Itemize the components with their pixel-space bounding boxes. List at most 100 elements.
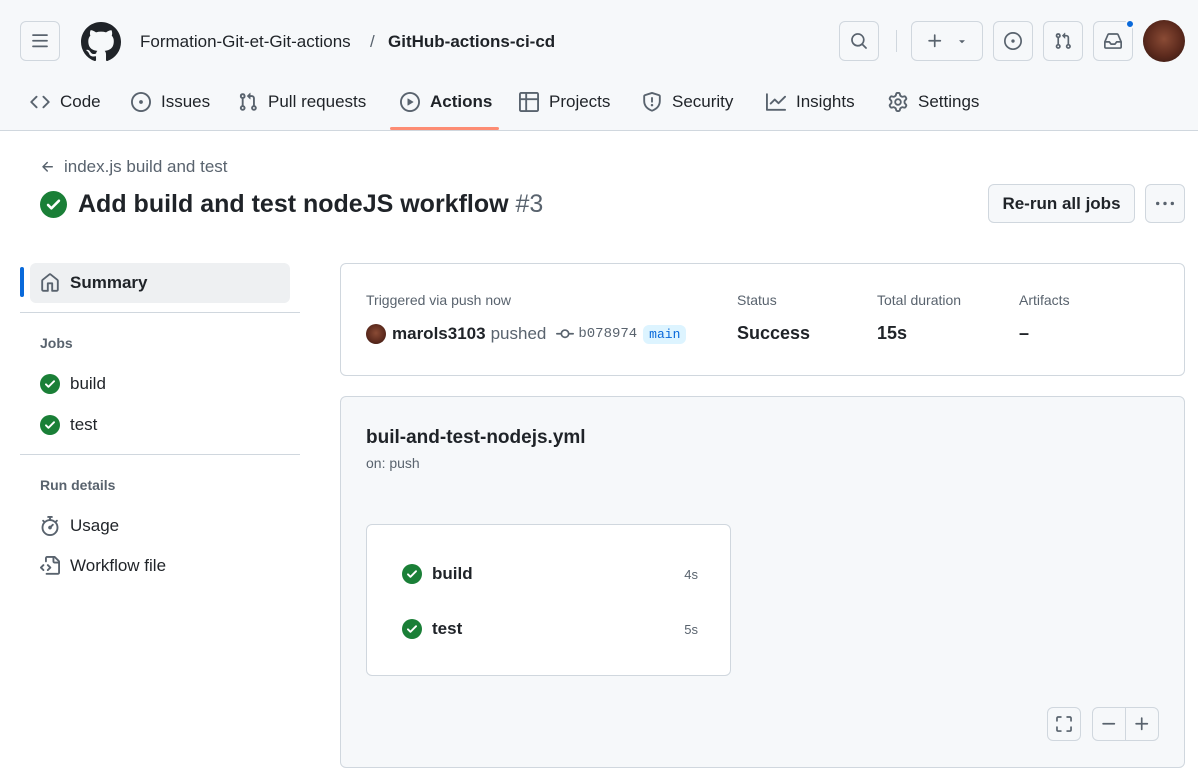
- run-title-text: Add build and test nodeJS workflow: [78, 190, 509, 218]
- push-info: marols3103 pushed b078974 main: [366, 322, 687, 346]
- check-circle-fill-icon: [402, 619, 422, 639]
- kebab-horizontal-icon: [1156, 201, 1174, 205]
- sidebar-item-usage[interactable]: Usage: [30, 506, 290, 546]
- git-commit-icon: [556, 329, 575, 339]
- play-icon: [400, 91, 420, 112]
- tab-issues[interactable]: Issues: [131, 78, 210, 125]
- tab-pull-requests[interactable]: Pull requests: [238, 78, 366, 125]
- search-button[interactable]: [839, 21, 879, 61]
- workflow-file-name: buil-and-test-nodejs.yml: [366, 427, 586, 448]
- pull-requests-button[interactable]: [1043, 21, 1083, 61]
- menu-button[interactable]: [20, 21, 60, 61]
- job-duration: 5s: [684, 621, 698, 637]
- sidebar-job-build[interactable]: build: [30, 364, 290, 404]
- repo-header: Formation-Git-et-Git-actions / GitHub-ac…: [0, 0, 1198, 131]
- sidebar-item-summary[interactable]: Summary: [30, 263, 290, 303]
- fullscreen-button[interactable]: [1047, 707, 1081, 741]
- run-title: Add build and test nodeJS workflow #3: [40, 189, 543, 219]
- sidebar-job-label: test: [70, 415, 98, 434]
- run-details-heading: Run details: [40, 477, 116, 493]
- zoom-out-button[interactable]: [1092, 707, 1126, 741]
- plus-icon: [1135, 717, 1149, 731]
- arrow-left-icon: [42, 161, 53, 172]
- sidebar-item-usage-label: Usage: [70, 516, 120, 535]
- pull-request-icon: [239, 92, 257, 111]
- job-build[interactable]: build 4s: [402, 562, 698, 586]
- tab-actions[interactable]: Actions: [400, 78, 492, 125]
- back-link[interactable]: index.js build and test: [40, 157, 228, 177]
- sidebar-item-summary-label: Summary: [70, 273, 148, 292]
- create-new-button[interactable]: [911, 21, 983, 61]
- active-tab-indicator: [390, 127, 499, 130]
- sidebar-divider: [20, 312, 300, 313]
- tab-projects[interactable]: Projects: [519, 78, 610, 125]
- tab-projects-label: Projects: [549, 91, 611, 111]
- home-icon: [41, 273, 59, 292]
- check-circle-fill-icon: [402, 564, 422, 584]
- hamburger-icon: [32, 34, 48, 48]
- back-link-label: index.js build and test: [64, 157, 228, 176]
- table-icon: [519, 91, 539, 112]
- tab-code[interactable]: Code: [30, 78, 101, 125]
- gear-icon: [888, 91, 908, 112]
- tab-pull-requests-label: Pull requests: [268, 91, 367, 111]
- more-options-button[interactable]: [1145, 184, 1185, 223]
- tab-insights-label: Insights: [796, 91, 855, 111]
- dash-icon: [1102, 722, 1116, 725]
- pusher-username[interactable]: marols3103: [392, 324, 486, 344]
- tab-security[interactable]: Security: [642, 78, 733, 125]
- search-icon: [851, 33, 867, 49]
- tab-issues-label: Issues: [161, 91, 211, 111]
- zoom-in-button[interactable]: [1125, 707, 1159, 741]
- workflow-trigger: on: push: [366, 455, 420, 471]
- pusher-avatar: [366, 324, 386, 344]
- header-divider: [896, 30, 897, 52]
- shield-icon: [643, 91, 661, 112]
- sidebar-item-workflow-file-label: Workflow file: [70, 556, 167, 575]
- job-duration: 4s: [684, 566, 698, 582]
- selected-indicator: [20, 267, 24, 297]
- user-avatar[interactable]: [1143, 20, 1185, 62]
- issue-icon: [131, 91, 151, 112]
- job-name: test: [432, 619, 463, 638]
- status-value: Success: [737, 323, 811, 343]
- trigger-label: Triggered via push now: [366, 292, 512, 308]
- duration-value: 15s: [877, 323, 908, 343]
- jobs-heading: Jobs: [40, 335, 73, 351]
- commit-sha[interactable]: b078974: [578, 326, 637, 342]
- sidebar-divider: [20, 454, 300, 455]
- sidebar-item-workflow-file[interactable]: Workflow file: [30, 546, 290, 586]
- breadcrumb-owner[interactable]: Formation-Git-et-Git-actions: [140, 31, 351, 53]
- artifacts-value: –: [1019, 323, 1030, 343]
- status-label: Status: [737, 292, 777, 308]
- rerun-all-jobs-button[interactable]: Re-run all jobs: [988, 184, 1135, 223]
- job-group-card: [366, 524, 731, 676]
- notification-indicator: [1125, 19, 1135, 29]
- screen-full-icon: [1056, 716, 1072, 732]
- branch-badge[interactable]: main: [643, 324, 687, 344]
- breadcrumb-repo[interactable]: GitHub-actions-ci-cd: [388, 31, 555, 53]
- tab-code-label: Code: [60, 91, 101, 111]
- tab-actions-label: Actions: [430, 91, 493, 111]
- code-icon: [30, 95, 50, 108]
- push-action: pushed: [490, 324, 547, 343]
- job-name: build: [432, 564, 473, 583]
- file-code-icon: [40, 556, 60, 575]
- tab-insights[interactable]: Insights: [766, 78, 855, 125]
- stopwatch-icon: [41, 516, 59, 536]
- github-logo-icon[interactable]: [81, 22, 121, 62]
- sidebar-job-test[interactable]: test: [30, 405, 290, 445]
- duration-label: Total duration: [877, 292, 962, 308]
- issues-button[interactable]: [993, 21, 1033, 61]
- tab-settings[interactable]: Settings: [888, 78, 979, 125]
- tab-security-label: Security: [672, 91, 734, 111]
- run-summary-card: [340, 263, 1185, 376]
- tab-settings-label: Settings: [918, 91, 980, 111]
- inbox-icon: [1104, 33, 1122, 49]
- run-number: #3: [515, 190, 544, 218]
- job-test[interactable]: test 5s: [402, 617, 698, 641]
- sidebar-job-label: build: [70, 374, 106, 393]
- graph-icon: [766, 92, 786, 111]
- plus-icon: [928, 34, 942, 48]
- check-circle-fill-icon: [40, 190, 67, 218]
